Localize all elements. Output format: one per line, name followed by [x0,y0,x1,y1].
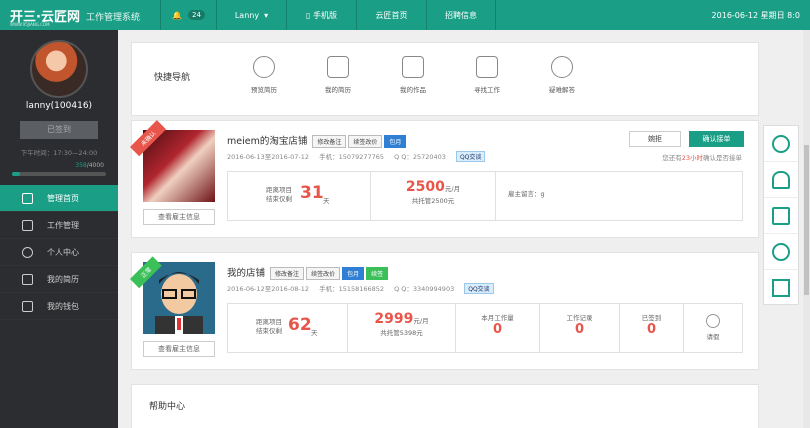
edit-note-tag[interactable]: 修改备注 [312,135,347,148]
sidebar-menu: 管理首页 工作管理 个人中心 我的简历 我的钱包 [0,185,118,320]
headset-icon [772,170,790,189]
clock-user-icon [706,314,720,328]
username: lanny(100416) [25,101,93,111]
document-icon [327,56,349,78]
jobs-link[interactable]: 招聘信息 [426,0,496,30]
briefcase-icon [476,56,498,78]
quick-nav-title: 快捷导航 [154,73,191,83]
task-title: 我的店铺 修改备注 续签改价 包月 续签 [227,265,389,280]
top-bar: 开三·云匠网 WWW.95JIANG.COM 工作管理系统 🔔 24 Lanny ▾… [0,0,810,30]
task-meta: 2016-06-13至2016-07-12 手机：15079277765 Q Q：2… [227,151,495,162]
remaining-time: 您还有23小时确认是否接单 [662,154,742,162]
shift-time: 下午时间：17:30—24:00 [20,149,98,157]
price-box: 2999元/月 共托管5398元 [348,304,456,352]
chevron-down-icon: ▾ [264,10,269,20]
task-card: 未确认 查看雇主信息 meiem的淘宝店铺 修改备注 续签改价 包月 2016-06… [130,120,759,238]
monthly-tag: 包月 [342,267,365,280]
task-stats: 距离项目 结束仅剩 31 天 2500元/月 共托管2500元 雇主留言：g [227,171,743,221]
confirm-order-button[interactable]: 确认接单 [689,131,744,147]
progress-count: 358/4000 [75,162,104,169]
bell-icon: 🔔 [172,10,183,20]
qn-faq[interactable]: 疑难解答 [537,56,587,94]
document-icon [22,273,33,285]
qq-chat-button[interactable]: QQ交谈 [464,283,494,294]
sidebar-item-home[interactable]: 管理首页 [0,185,118,212]
edit-note-tag[interactable]: 修改备注 [270,267,305,280]
task-meta: 2016-06-12至2016-08-12 手机：15158166852 Q Q：3… [227,283,504,294]
compass-button[interactable] [764,126,798,162]
qq-chat-button[interactable]: QQ交谈 [455,151,486,162]
qn-my-works[interactable]: 我的作品 [388,56,438,94]
leave-button[interactable]: 请假 [684,304,742,352]
employer-message: 雇主留言：g [508,190,545,198]
notifications-button[interactable]: 🔔 24 [160,0,216,30]
monthly-tag: 包月 [384,135,407,148]
qn-my-resume[interactable]: 我的简历 [313,56,363,94]
reject-button[interactable]: 婉拒 [629,131,681,147]
phone-icon: ▯ [306,10,311,20]
right-toolbar [763,125,799,305]
chat-icon [772,242,790,261]
sidebar-item-profile[interactable]: 个人中心 [0,239,118,266]
system-title: 工作管理系统 [86,13,141,23]
home-icon [22,192,33,204]
task-title: meiem的淘宝店铺 修改备注 续签改价 包月 [227,133,407,148]
user-icon [22,246,33,258]
sidebar-item-work[interactable]: 工作管理 [0,212,118,239]
mobile-link[interactable]: ▯ 手机版 [286,0,356,30]
stat-monthly-work: 本月工作量 0 [456,304,540,352]
qrcode-icon [772,279,790,297]
scrollbar-thumb[interactable] [804,145,809,295]
wallet-icon [22,300,33,312]
user-menu[interactable]: Lanny ▾ [216,0,286,30]
renew-tag: 续签 [366,267,389,280]
help-center: 帮助中心 [131,384,759,428]
days-remaining: 距离项目 结束仅剩 31 天 [228,172,371,220]
logo[interactable]: 开三·云匠网 WWW.95JIANG.COM [10,6,80,27]
sidebar: lanny(100416) 已签到 下午时间：17:30—24:00 358/4… [0,30,118,428]
quick-nav: 快捷导航 预览简历 我的简历 我的作品 寻找工作 疑难解答 [131,42,759,116]
renew-price-tag[interactable]: 续签改价 [306,267,341,280]
qn-find-job[interactable]: 寻找工作 [462,56,512,94]
sidebar-item-resume[interactable]: 我的简历 [0,266,118,293]
support-button[interactable] [764,162,798,198]
qn-preview-resume[interactable]: 预览简历 [239,56,289,94]
stat-work-record: 工作记录 0 [540,304,620,352]
view-employer-button[interactable]: 查看雇主信息 [143,209,215,225]
task-stats: 距离项目 结束仅剩 62 天 2999元/月 共托管5398元 本月工作量 0 工作记… [227,303,743,353]
briefcase-icon [22,219,33,231]
view-employer-button[interactable]: 查看雇主信息 [143,341,215,357]
chat-button[interactable] [764,234,798,270]
help-title: 帮助中心 [149,402,186,412]
home-link[interactable]: 云匠首页 [356,0,426,30]
progress-fill [12,172,21,176]
scrollbar[interactable] [803,30,810,428]
notif-badge: 24 [188,10,205,20]
progress-bar [12,172,106,176]
days-remaining: 距离项目 结束仅剩 62 天 [228,304,348,352]
task-card: 正常 查看雇主信息 我的店铺 修改备注 续签改价 包月 续签 2016-06-12至2… [130,252,759,370]
renew-price-tag[interactable]: 续签改价 [348,135,383,148]
compass-icon [772,134,790,153]
price-box: 2500元/月 共托管2500元 [371,172,496,220]
sidebar-item-wallet[interactable]: 我的钱包 [0,293,118,320]
edit-icon [772,206,790,225]
book-icon [402,56,424,78]
stat-signed: 已签到 0 [620,304,684,352]
qrcode-button[interactable] [764,270,798,306]
notes-button[interactable] [764,198,798,234]
question-icon [551,56,573,78]
date-display: 2016-06-12 星期日 8:0 [711,11,800,20]
eye-icon [253,56,275,78]
signed-in-button[interactable]: 已签到 [20,121,98,139]
avatar[interactable] [30,40,88,98]
